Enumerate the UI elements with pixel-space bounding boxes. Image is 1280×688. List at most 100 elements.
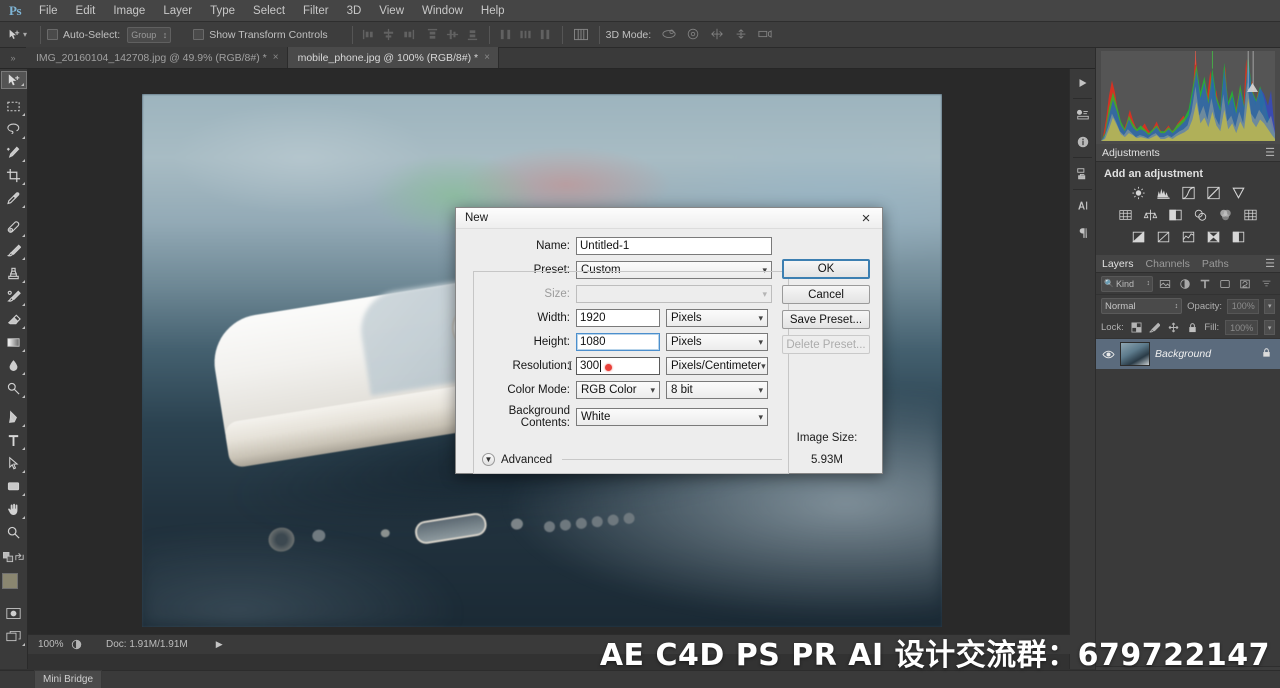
- menu-type[interactable]: Type: [201, 0, 244, 22]
- 3d-zoom-icon[interactable]: [756, 27, 774, 43]
- invert-icon[interactable]: [1129, 228, 1148, 245]
- black-white-icon[interactable]: [1166, 206, 1185, 223]
- filter-shape-layers-icon[interactable]: [1216, 276, 1233, 292]
- color-balance-icon[interactable]: [1141, 206, 1160, 223]
- hue-saturation-icon[interactable]: [1116, 206, 1135, 223]
- pen-tool[interactable]: [1, 406, 27, 429]
- path-selection-tool[interactable]: [1, 452, 27, 475]
- cancel-button[interactable]: Cancel: [782, 285, 870, 304]
- opacity-stepper[interactable]: ▾: [1264, 298, 1275, 314]
- layer-kind-filter[interactable]: 🔍 Kind ↕: [1101, 275, 1153, 292]
- type-tool[interactable]: [1, 429, 27, 452]
- 3d-slide-icon[interactable]: [732, 27, 750, 43]
- 3d-orbit-icon[interactable]: [660, 27, 678, 43]
- blend-mode-dropdown[interactable]: Normal ↕: [1101, 298, 1183, 314]
- mini-bridge-tab[interactable]: Mini Bridge: [34, 670, 103, 688]
- layer-thumbnail[interactable]: [1120, 342, 1150, 366]
- swap-colors-icon[interactable]: [14, 550, 25, 568]
- color-panel-icon[interactable]: [1070, 101, 1096, 128]
- info-panel-icon[interactable]: [1070, 128, 1096, 155]
- resolution-unit-dropdown[interactable]: Pixels/Centimeter ▾: [666, 357, 768, 375]
- eyedropper-tool[interactable]: [1, 187, 27, 210]
- new-document-dialog[interactable]: New × Name: Untitled-1 Preset: Custom ▾: [455, 207, 883, 474]
- align-top-edges-icon[interactable]: [425, 27, 441, 43]
- channel-mixer-icon[interactable]: [1216, 206, 1235, 223]
- align-vertical-centers-icon[interactable]: [445, 27, 461, 43]
- align-bottom-edges-icon[interactable]: [465, 27, 481, 43]
- auto-align-layers-icon[interactable]: [571, 27, 591, 43]
- color-mode-dropdown[interactable]: RGB Color ▾: [576, 381, 660, 399]
- 3d-roll-icon[interactable]: [684, 27, 702, 43]
- advanced-section[interactable]: ▼ Advanced: [482, 453, 782, 466]
- layer-row-background[interactable]: Background: [1096, 339, 1280, 369]
- menu-file[interactable]: File: [30, 0, 67, 22]
- brightness-contrast-icon[interactable]: [1129, 184, 1148, 201]
- curves-icon[interactable]: [1179, 184, 1198, 201]
- document-profile-icon[interactable]: [68, 639, 84, 650]
- foreground-color-swatch[interactable]: [1, 573, 18, 589]
- width-input[interactable]: 1920: [576, 309, 660, 327]
- document-tab[interactable]: mobile_phone.jpg @ 100% (RGB/8#) * ×: [287, 47, 499, 68]
- filter-smart-objects-icon[interactable]: [1236, 276, 1253, 292]
- paragraph-panel-icon[interactable]: [1070, 219, 1096, 246]
- canvas-area[interactable]: New × Name: Untitled-1 Preset: Custom ▾: [28, 69, 1070, 654]
- selective-color-icon[interactable]: [1204, 228, 1223, 245]
- levels-icon[interactable]: [1154, 184, 1173, 201]
- history-panel-icon[interactable]: [1070, 160, 1096, 187]
- quick-mask-mode-icon[interactable]: [1, 602, 27, 625]
- chevron-double-down-icon[interactable]: ▼: [482, 453, 495, 466]
- tab-layers[interactable]: Layers: [1102, 258, 1134, 270]
- filter-type-layers-icon[interactable]: [1196, 276, 1213, 292]
- tab-close-icon[interactable]: ×: [484, 52, 490, 63]
- auto-select-checkbox[interactable]: [47, 29, 58, 40]
- tab-channels[interactable]: Channels: [1146, 258, 1190, 270]
- lock-image-pixels-icon[interactable]: [1148, 321, 1161, 334]
- menu-edit[interactable]: Edit: [67, 0, 105, 22]
- menu-select[interactable]: Select: [244, 0, 294, 22]
- document-tab[interactable]: IMG_20160104_142708.jpg @ 49.9% (RGB/8#)…: [26, 47, 288, 68]
- distribute-bottom-icon[interactable]: [538, 27, 554, 43]
- tab-adjustments[interactable]: Adjustments: [1102, 147, 1160, 159]
- filter-toggle-icon[interactable]: [1258, 276, 1275, 292]
- tab-close-icon[interactable]: ×: [273, 52, 279, 63]
- layer-name[interactable]: Background: [1155, 348, 1256, 360]
- menu-image[interactable]: Image: [104, 0, 154, 22]
- fill-stepper[interactable]: ▾: [1264, 320, 1276, 335]
- screen-mode-icon[interactable]: [1, 625, 27, 648]
- menu-window[interactable]: Window: [413, 0, 472, 22]
- exposure-icon[interactable]: [1204, 184, 1223, 201]
- menu-layer[interactable]: Layer: [154, 0, 201, 22]
- show-transform-checkbox[interactable]: [193, 29, 205, 40]
- lock-all-icon[interactable]: [1186, 321, 1199, 334]
- eraser-tool[interactable]: [1, 308, 27, 331]
- rectangle-shape-tool[interactable]: [1, 475, 27, 498]
- opacity-value[interactable]: 100%: [1227, 298, 1260, 314]
- ok-button[interactable]: OK: [782, 259, 870, 279]
- height-input[interactable]: 1080: [576, 333, 660, 351]
- 3d-pan-icon[interactable]: [708, 27, 726, 43]
- menu-3d[interactable]: 3D: [338, 0, 371, 22]
- expand-panels-icon[interactable]: [1070, 69, 1096, 96]
- align-left-edges-icon[interactable]: [361, 27, 377, 43]
- menu-filter[interactable]: Filter: [294, 0, 338, 22]
- threshold-icon[interactable]: [1179, 228, 1198, 245]
- spot-healing-brush-tool[interactable]: [1, 216, 27, 239]
- posterize-icon[interactable]: [1154, 228, 1173, 245]
- dialog-title-bar[interactable]: New ×: [456, 208, 882, 229]
- preset-dropdown[interactable]: Custom ▾: [576, 261, 772, 279]
- fill-value[interactable]: 100%: [1225, 320, 1259, 335]
- align-right-edges-icon[interactable]: [401, 27, 417, 43]
- clone-stamp-tool[interactable]: [1, 262, 27, 285]
- color-lookup-icon[interactable]: [1241, 206, 1260, 223]
- zoom-tool[interactable]: [1, 521, 27, 544]
- character-panel-icon[interactable]: [1070, 192, 1096, 219]
- color-swatches[interactable]: [1, 572, 27, 598]
- menu-view[interactable]: View: [370, 0, 413, 22]
- history-brush-tool[interactable]: [1, 285, 27, 308]
- distribute-top-icon[interactable]: [498, 27, 514, 43]
- zoom-level[interactable]: 100%: [28, 639, 68, 650]
- quick-selection-tool[interactable]: [1, 141, 27, 164]
- width-unit-dropdown[interactable]: Pixels ▾: [666, 309, 768, 327]
- panel-expand-icon[interactable]: »: [0, 47, 26, 68]
- background-contents-dropdown[interactable]: White ▾: [576, 408, 768, 426]
